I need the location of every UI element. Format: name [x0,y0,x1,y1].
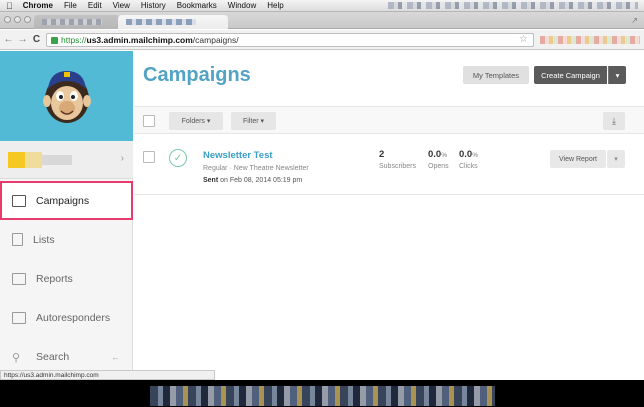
lists-icon [12,233,23,246]
create-campaign-button[interactable]: Create Campaign [534,66,607,84]
status-bar-url: https://us3.admin.mailchimp.com [0,370,215,380]
campaign-subtitle: Regular · New Theatre Newsletter [203,165,309,172]
clicks-value: 0.0% [459,149,478,160]
campaign-row: ✓ Newsletter Test Regular · New Theatre … [134,145,644,195]
campaign-title-link[interactable]: Newsletter Test [203,150,273,161]
my-templates-button[interactable]: My Templates [463,66,529,84]
dock-app-icons[interactable] [150,386,495,406]
chevron-right-icon: › [120,153,124,164]
browser-tab-active[interactable] [118,15,228,29]
account-avatar [8,152,42,168]
bookmark-star-icon[interactable]: ☆ [519,34,528,45]
clicks-number: 0.0 [459,149,473,160]
subscribers-label: Subscribers [379,163,416,170]
clicks-label: Clicks [459,163,478,170]
menu-edit[interactable]: Edit [88,1,102,10]
fullscreen-icon[interactable]: ↗ [631,16,638,25]
page-title: Campaigns [143,64,251,86]
filter-bar: Folders ▾ Filter ▾ ⤓ [134,106,644,134]
url-host: us3.admin.mailchimp.com [86,35,193,45]
back-button[interactable]: ← [3,34,14,45]
account-switcher[interactable]: › [0,141,133,179]
macos-dock [0,380,644,407]
stat-clicks: 0.0% Clicks [459,149,478,170]
sidebar-item-autoresponders[interactable]: Autoresponders [0,298,133,337]
create-campaign-dropdown-button[interactable]: ▾ [608,66,626,84]
extension-icons[interactable] [540,36,640,44]
zoom-window-button[interactable] [24,16,31,23]
browser-tab[interactable] [34,15,120,29]
campaigns-icon [12,194,26,207]
subscribers-value: 2 [379,149,385,160]
address-bar[interactable]: https:// us3.admin.mailchimp.com /campai… [46,33,534,47]
folders-dropdown[interactable]: Folders ▾ [169,112,223,130]
forward-button[interactable]: → [17,34,28,45]
sidebar: › Campaigns Lists Reports Autoresponders… [0,51,133,376]
menubar-status-icons [388,2,638,9]
main-content: Campaigns My Templates Create Campaign ▾… [134,51,644,376]
url-path: /campaigns/ [192,35,239,45]
menu-file[interactable]: File [64,1,77,10]
menu-view[interactable]: View [113,1,130,10]
logo-area[interactable] [0,51,133,141]
sidebar-item-label: Autoresponders [36,311,111,324]
sidebar-item-lists[interactable]: Lists [0,220,133,259]
report-dropdown-button[interactable]: ▾ [607,150,625,168]
account-name-blurred [42,155,72,165]
campaign-row-checkbox[interactable] [143,151,155,163]
collapse-sidebar-icon[interactable]: ← [111,352,120,362]
browser-tabstrip: ↗ [0,12,644,29]
autoresponders-icon [12,311,26,324]
sidebar-item-label: Campaigns [36,194,90,207]
menu-window[interactable]: Window [228,1,256,10]
menu-bookmarks[interactable]: Bookmarks [177,1,217,10]
sidebar-item-label: Reports [36,272,73,285]
opens-value: 0.0% [428,149,449,160]
view-report-button[interactable]: View Report [550,150,606,168]
percent-sign: % [472,152,478,159]
search-icon: ⚲ [12,351,21,364]
stat-subscribers: 2 Subscribers [379,149,416,170]
sidebar-item-campaigns[interactable]: Campaigns [0,181,133,220]
campaign-sent-info: Sent on Feb 08, 2014 05:19 pm [203,177,302,184]
reports-icon [12,272,26,285]
freddie-logo-icon [42,71,91,123]
download-button[interactable]: ⤓ [603,112,625,130]
menu-history[interactable]: History [141,1,166,10]
lock-icon [51,36,58,44]
menu-chrome[interactable]: Chrome [23,1,53,10]
macos-menubar:  Chrome File Edit View History Bookmark… [0,0,644,12]
opens-label: Opens [428,163,449,170]
select-all-checkbox[interactable] [143,115,155,127]
sidebar-item-reports[interactable]: Reports [0,259,133,298]
sidebar-item-label: Search [36,350,70,363]
browser-toolbar: ← → C https:// us3.admin.mailchimp.com /… [0,30,644,50]
opens-number: 0.0 [428,149,442,160]
apple-icon[interactable]:  [6,1,13,11]
url-scheme: https:// [61,35,87,45]
menu-help[interactable]: Help [267,1,283,10]
sent-date: on Feb 08, 2014 05:19 pm [220,177,303,184]
filter-dropdown[interactable]: Filter ▾ [231,112,276,130]
close-window-button[interactable] [4,16,11,23]
percent-sign: % [441,152,447,159]
sent-status-check-icon: ✓ [169,149,187,167]
window-controls [4,16,31,23]
reload-button[interactable]: C [31,34,42,45]
minimize-window-button[interactable] [14,16,21,23]
tab-title-blurred [126,19,196,25]
sent-label: Sent [203,177,219,184]
tab-title-blurred [42,19,102,25]
sidebar-item-label: Lists [33,233,55,246]
stat-opens: 0.0% Opens [428,149,449,170]
